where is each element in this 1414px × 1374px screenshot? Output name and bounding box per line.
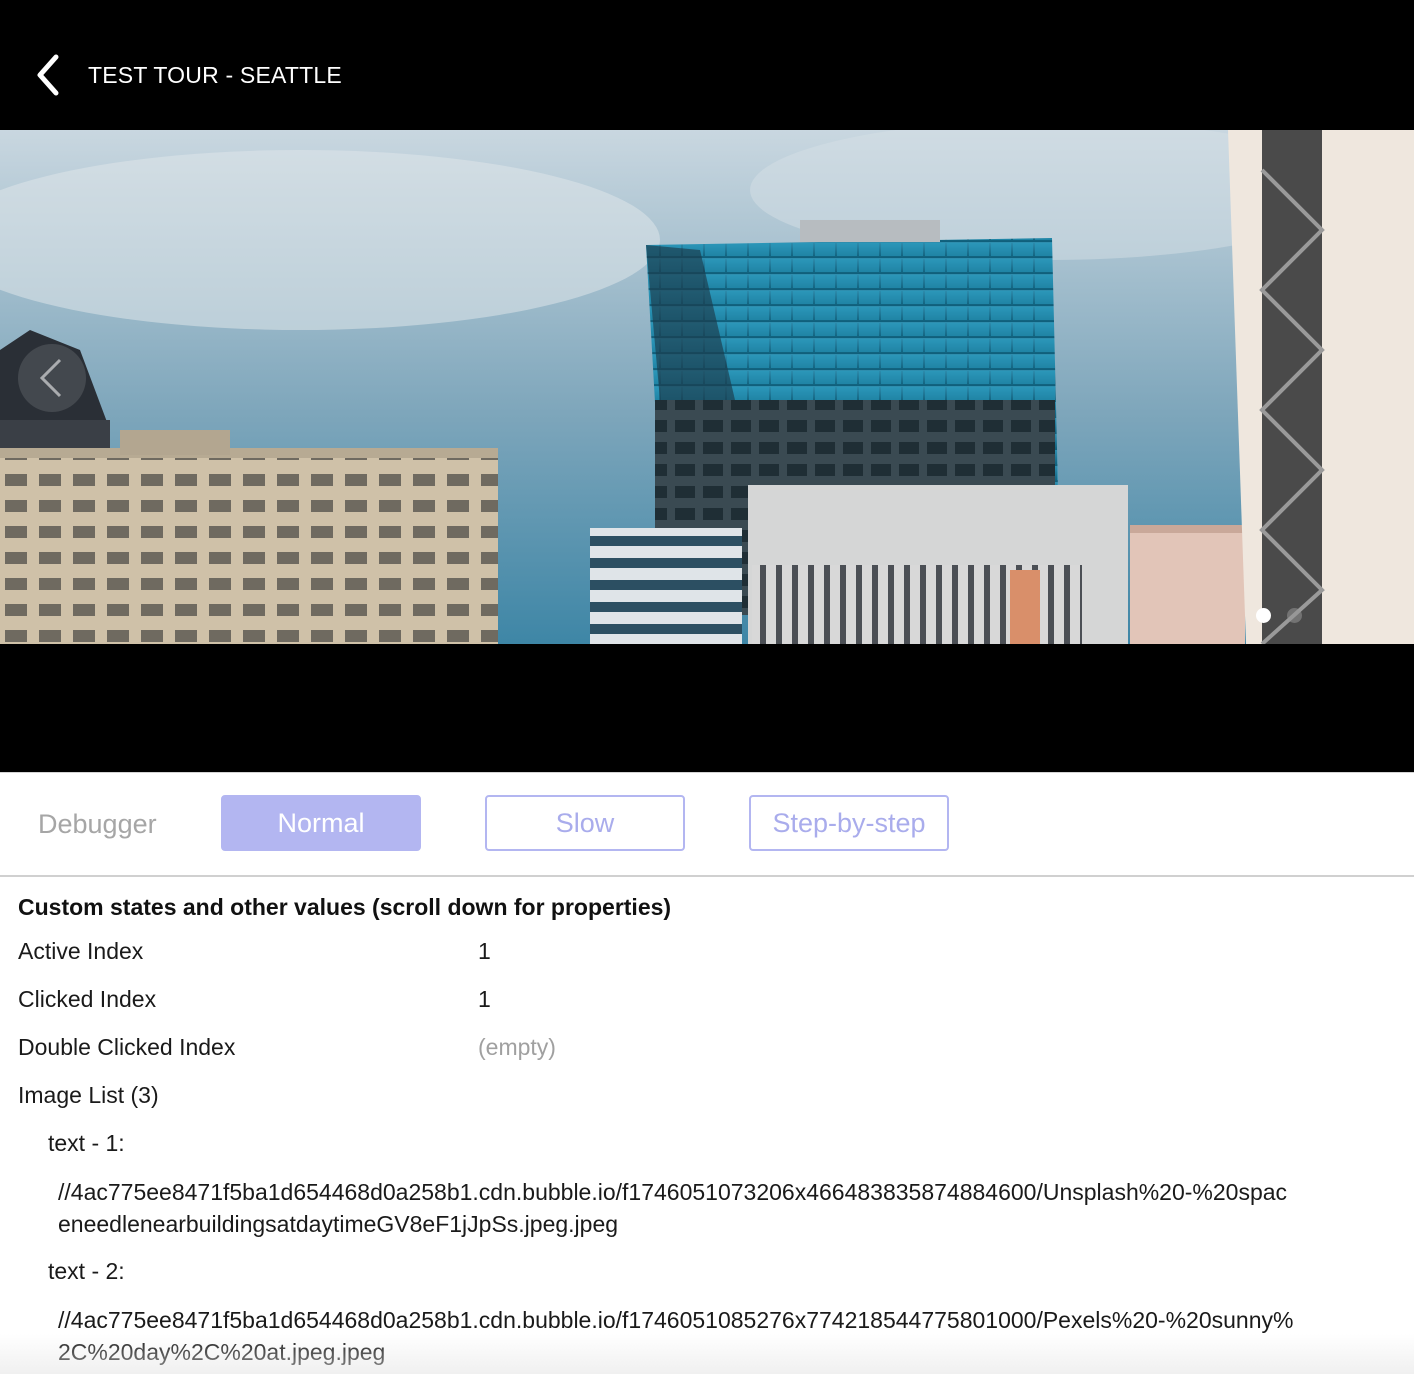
image-slider[interactable] xyxy=(0,130,1414,644)
clicked-index-label: Clicked Index xyxy=(18,986,157,1012)
image-list-item-url: //4ac775ee8471f5ba1d654468d0a258b1.cdn.b… xyxy=(58,1179,1288,1237)
debugger-label: Debugger xyxy=(38,809,157,839)
image-list-item-url: //4ac775ee8471f5ba1d654468d0a258b1.cdn.b… xyxy=(58,1307,1294,1365)
slider-dot-1[interactable] xyxy=(1256,608,1271,623)
image-list-item-label: text - 1: xyxy=(48,1130,125,1156)
clicked-index-value: 1 xyxy=(478,986,491,1012)
active-index-label: Active Index xyxy=(18,938,144,964)
app-header: TEST TOUR - SEATTLE xyxy=(0,0,1414,130)
step-by-step-button[interactable]: Step-by-step xyxy=(749,795,949,851)
element-inspector: Custom states and other values (scroll d… xyxy=(0,876,1414,1374)
slow-mode-button[interactable]: Slow xyxy=(485,795,685,851)
inspector-section-title: Custom states and other values (scroll d… xyxy=(18,894,672,920)
page-title: TEST TOUR - SEATTLE xyxy=(88,62,342,88)
slider-photo xyxy=(0,130,1414,644)
back-chevron-icon[interactable] xyxy=(34,53,62,97)
double-clicked-index-label: Double Clicked Index xyxy=(18,1034,236,1060)
slider-dot-2[interactable] xyxy=(1287,608,1302,623)
image-list-item-label: text - 2: xyxy=(48,1258,125,1284)
slider-prev-button[interactable] xyxy=(18,344,86,412)
debugger-toolbar: Debugger Normal Slow Step-by-step xyxy=(0,772,1414,877)
slider-bottom-band xyxy=(0,644,1414,772)
normal-mode-button[interactable]: Normal xyxy=(221,795,421,851)
image-list-label[interactable]: Image List (3) xyxy=(18,1082,159,1109)
double-clicked-index-value: (empty) xyxy=(478,1034,556,1060)
active-index-value: 1 xyxy=(478,938,491,964)
